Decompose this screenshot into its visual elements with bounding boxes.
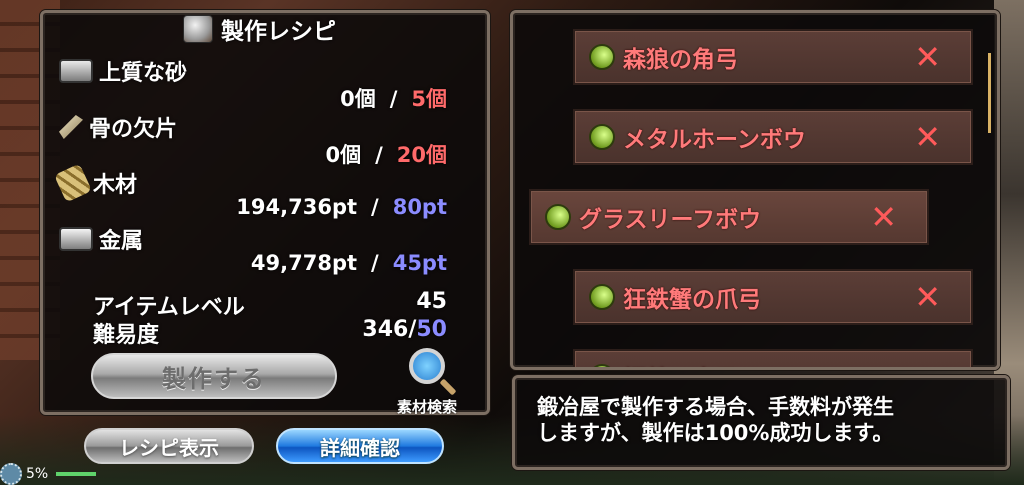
quantity-separator: / (389, 87, 398, 111)
difficulty-max: 50 (416, 317, 447, 342)
sand-icon (59, 59, 93, 83)
material-quantity: 0個 / 20個 (325, 139, 447, 169)
difficulty-current: 346/ (362, 317, 417, 342)
material-row: 上質な砂 (59, 55, 187, 87)
bone-shard-icon (59, 115, 83, 139)
material-search-button[interactable]: 素材検索 (377, 348, 477, 417)
list-scrollbar[interactable] (988, 53, 991, 133)
unavailable-mark: ✕ (914, 278, 941, 316)
bow-icon (589, 364, 615, 367)
unavailable-mark: ✕ (914, 359, 941, 367)
recipe-item-name: メタルホーンボウ (623, 127, 806, 153)
unavailable-mark: ✕ (870, 198, 897, 236)
bow-icon (589, 44, 615, 70)
recipe-panel: 製作レシピ 上質な砂 0個 / 5個 骨の欠片 0個 / 20個 木材 194,736p… (40, 10, 490, 417)
material-have: 0個 (325, 143, 362, 167)
message-line: しますが、製作は100%成功します。 (537, 421, 894, 445)
material-have: 194,736pt (236, 195, 358, 219)
detail-confirm-button[interactable]: 詳細確認 (276, 428, 444, 464)
difficulty-value: 346/50 (362, 317, 447, 342)
recipe-title-bar: 製作レシピ (183, 13, 336, 45)
magnifier-icon (409, 348, 445, 384)
metal-icon (59, 227, 93, 251)
material-need: 5個 (411, 87, 447, 111)
quantity-separator: / (371, 251, 379, 275)
recipe-list-item[interactable]: 森狼の角弓 ✕ (573, 29, 973, 85)
recipe-list-item-selected[interactable]: グラスリーフボウ ✕ (529, 189, 929, 245)
wood-icon (53, 163, 93, 203)
recipe-item-name: 狂鉄蟹の爪弓 (623, 287, 761, 313)
material-row: 金属 (59, 223, 143, 255)
material-need: 20個 (396, 143, 447, 167)
recipe-item-name: 鋼鉄の大弓 (623, 360, 738, 367)
material-name: 木材 (93, 173, 138, 198)
material-need: 45pt (392, 251, 447, 275)
material-row: 木材 (53, 163, 138, 203)
material-quantity: 49,778pt / 45pt (251, 251, 447, 275)
difficulty-label: 難易度 (93, 323, 160, 348)
recipe-title: 製作レシピ (221, 19, 336, 45)
quantity-separator: / (375, 143, 383, 167)
bow-icon (545, 204, 571, 230)
material-quantity: 0個 / 5個 (340, 83, 447, 113)
material-quantity: 194,736pt / 80pt (236, 195, 447, 219)
bow-icon (589, 284, 615, 310)
recipe-display-button[interactable]: レシピ表示 (84, 428, 254, 464)
bow-icon (589, 124, 615, 150)
craft-button[interactable]: 製作する (91, 353, 337, 399)
item-level-value: 45 (416, 289, 447, 314)
recipe-list-item[interactable]: メタルホーンボウ ✕ (573, 109, 973, 165)
material-row: 骨の欠片 (59, 111, 177, 143)
recipe-book-icon (183, 15, 213, 43)
quantity-separator: / (371, 195, 379, 219)
recipe-item-name: グラスリーフボウ (579, 207, 762, 233)
unavailable-mark: ✕ (914, 118, 941, 156)
message-text: 鍛冶屋で製作する場合、手数料が発生 しますが、製作は100%成功します。 (537, 394, 894, 446)
material-have: 0個 (340, 87, 376, 111)
status-percent: 5% (26, 466, 49, 482)
recipe-list-panel: 森狼の角弓 ✕ メタルホーンボウ ✕ グラスリーフボウ ✕ 狂鉄蟹の爪弓 ✕ 鋼… (510, 10, 1000, 370)
material-name: 金属 (99, 229, 144, 254)
status-bar (56, 472, 97, 476)
message-panel: 鍛冶屋で製作する場合、手数料が発生 しますが、製作は100%成功します。 (512, 375, 1010, 470)
status-indicator: 5% (0, 463, 97, 485)
material-search-label: 素材検索 (396, 398, 457, 416)
material-have: 49,778pt (250, 251, 358, 275)
gear-icon (0, 463, 22, 485)
recipe-list-item[interactable]: 鋼鉄の大弓 ✕ (573, 349, 973, 367)
message-line: 鍛冶屋で製作する場合、手数料が発生 (537, 395, 894, 419)
material-name: 上質な砂 (99, 61, 188, 86)
recipe-item-name: 森狼の角弓 (623, 47, 738, 73)
unavailable-mark: ✕ (914, 38, 941, 76)
recipe-list-item[interactable]: 狂鉄蟹の爪弓 ✕ (573, 269, 973, 325)
material-name: 骨の欠片 (89, 117, 178, 142)
material-need: 80pt (392, 195, 447, 219)
